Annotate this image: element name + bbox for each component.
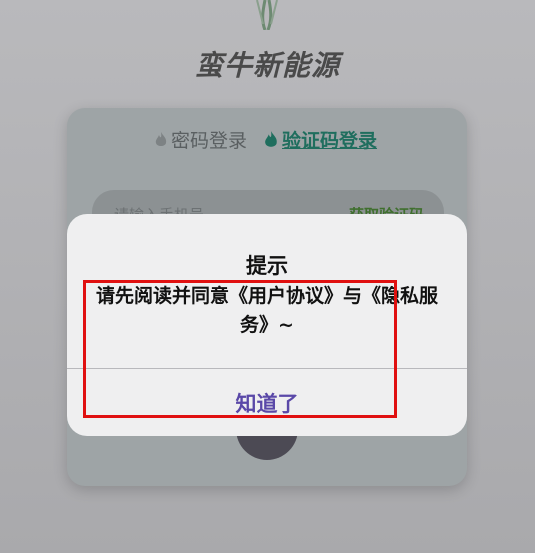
dialog-title: 提示 <box>246 254 288 278</box>
flame-icon <box>155 131 167 146</box>
app-title: 蛮牛新能源 <box>194 49 340 82</box>
tab-code-login[interactable]: 验证码登录 <box>264 126 377 153</box>
flame-icon <box>265 130 277 147</box>
tab-code-label: 验证码登录 <box>282 130 378 152</box>
highlight-box <box>83 280 397 418</box>
tab-password-login[interactable]: 密码登录 <box>155 126 247 153</box>
leaf-logo-icon <box>256 0 278 30</box>
tab-password-label: 密码登录 <box>171 130 248 152</box>
